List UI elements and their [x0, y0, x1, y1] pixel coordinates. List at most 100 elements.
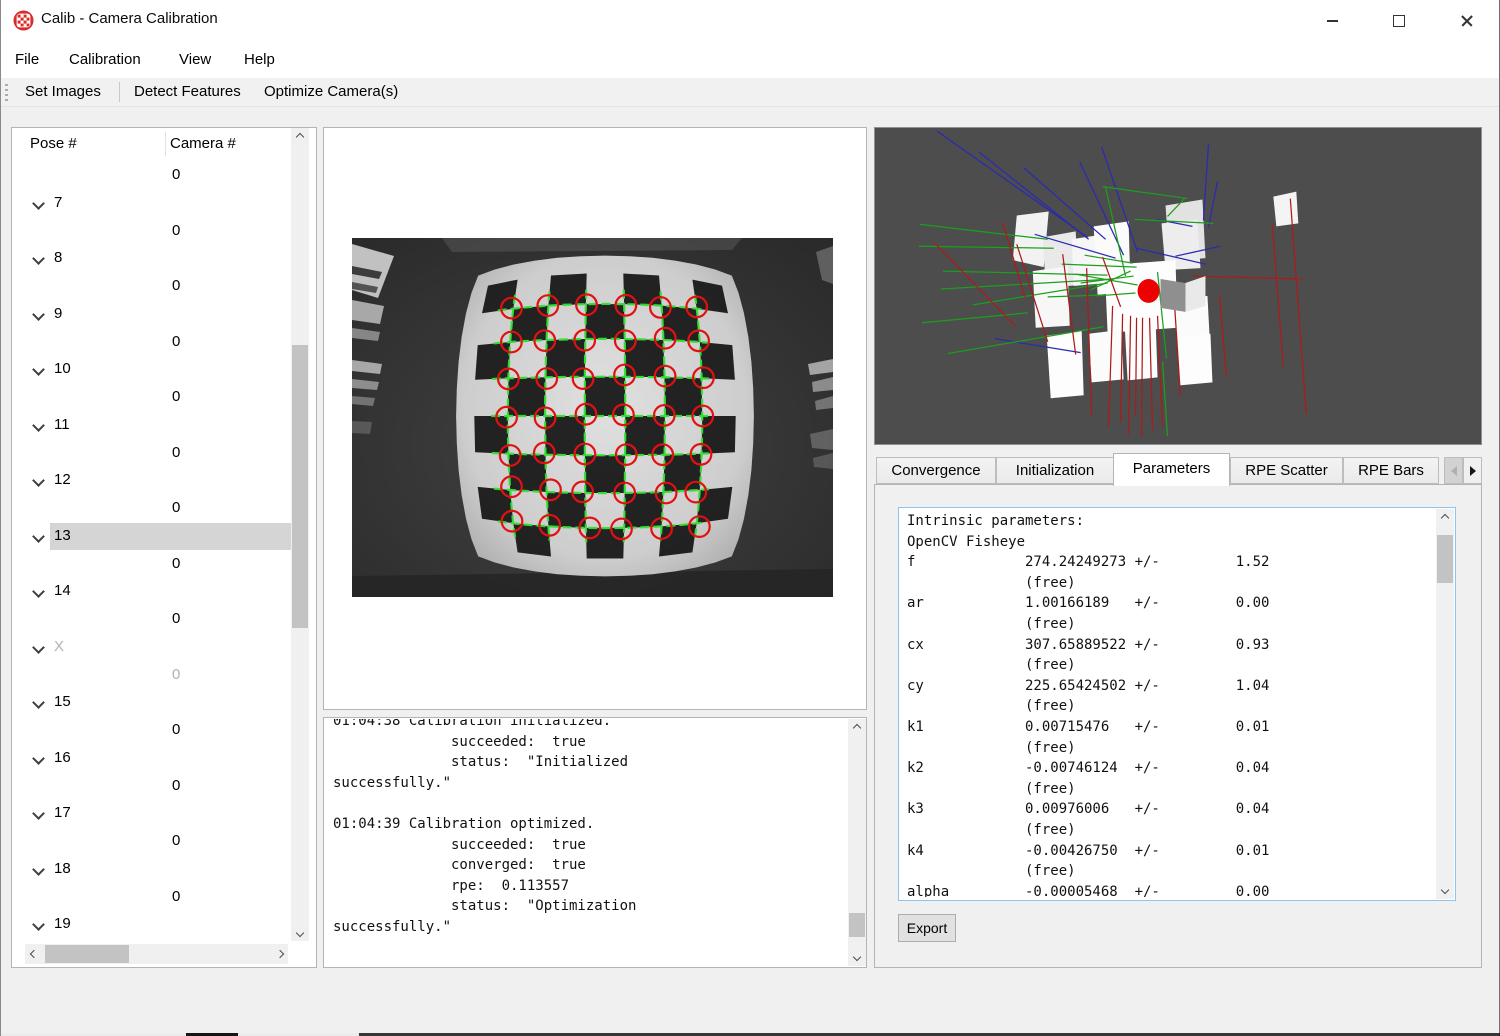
tree-row-camera[interactable]: 0: [12, 162, 291, 190]
menu-help[interactable]: Help: [244, 42, 275, 78]
params-scroll-thumb[interactable]: [1437, 535, 1453, 583]
expander-chevron-icon[interactable]: [32, 918, 45, 931]
tree-row-pose-13[interactable]: 13: [12, 523, 291, 551]
params-scroll-up-button[interactable]: [1436, 509, 1454, 526]
tree-row-pose-8[interactable]: 8: [12, 245, 291, 273]
tree-row-pose-18[interactable]: 18: [12, 856, 291, 884]
camera-label: 0: [172, 388, 180, 405]
tab-scroll-right-button[interactable]: [1463, 457, 1482, 484]
tab-initialization[interactable]: Initialization: [996, 457, 1114, 484]
tab-rpe-scatter[interactable]: RPE Scatter: [1230, 457, 1343, 484]
tree-row-camera[interactable]: 0: [12, 329, 291, 357]
detect-features-button[interactable]: Detect Features: [134, 78, 241, 106]
tree-vscroll-up-button[interactable]: [291, 128, 309, 145]
menu-view[interactable]: View: [179, 42, 211, 78]
tree-vscroll-down-button[interactable]: [291, 924, 309, 941]
tab-rpe-bars[interactable]: RPE Bars: [1343, 457, 1439, 484]
expander-chevron-icon[interactable]: [32, 308, 45, 321]
column-separator: [165, 132, 166, 156]
tree-row-pose-9[interactable]: 9: [12, 301, 291, 329]
toolbar-grip-icon[interactable]: [5, 84, 8, 101]
tree-hscroll-right-button[interactable]: [271, 944, 288, 964]
tree-row-camera[interactable]: 0: [12, 717, 291, 745]
menu-bar: File Calibration View Help: [1, 42, 1499, 78]
parameters-text-clip: Intrinsic parameters: OpenCV Fisheye f 2…: [907, 511, 1431, 897]
tree-row-pose-15[interactable]: 15: [12, 689, 291, 717]
tree-row-pose-X[interactable]: X: [12, 634, 291, 662]
expander-chevron-icon[interactable]: [32, 252, 45, 265]
pose-3d-scene: [875, 128, 1481, 444]
minimize-button[interactable]: [1309, 0, 1355, 42]
parameters-text: Intrinsic parameters: OpenCV Fisheye f 2…: [907, 511, 1431, 897]
export-button[interactable]: Export: [898, 914, 956, 942]
expander-chevron-icon[interactable]: [32, 641, 45, 654]
menu-file[interactable]: File: [15, 42, 39, 78]
tree-row-camera[interactable]: 0: [12, 773, 291, 801]
log-text-clip: 01:04:38 Calibration initialized. succee…: [333, 719, 838, 964]
tree-vscroll-thumb[interactable]: [292, 345, 308, 628]
close-button[interactable]: [1444, 0, 1490, 42]
expander-chevron-icon[interactable]: [32, 752, 45, 765]
expander-chevron-icon[interactable]: [32, 807, 45, 820]
toolbar-separator: [119, 82, 120, 102]
expander-chevron-icon[interactable]: [32, 530, 45, 543]
log-scroll-thumb[interactable]: [849, 913, 865, 937]
log-scroll-up-button[interactable]: [848, 719, 866, 736]
close-icon: [1461, 15, 1473, 27]
tab-scroll-left-button[interactable]: [1444, 457, 1463, 484]
tree-row-camera[interactable]: 0: [12, 828, 291, 856]
tree-row-camera[interactable]: 0: [12, 606, 291, 634]
app-icon: [13, 10, 34, 31]
tree-row-pose-10[interactable]: 10: [12, 356, 291, 384]
tree-row-camera[interactable]: 0: [12, 495, 291, 523]
pose-label: 14: [54, 582, 71, 599]
tree-row-camera[interactable]: 0: [12, 884, 291, 912]
pose-3d-viewport[interactable]: [874, 127, 1482, 445]
expander-chevron-icon[interactable]: [32, 474, 45, 487]
expander-chevron-icon[interactable]: [32, 585, 45, 598]
params-scroll-down-button[interactable]: [1436, 881, 1454, 898]
camera-label: 0: [172, 555, 180, 572]
tree-row-camera[interactable]: 0: [12, 662, 291, 690]
expander-chevron-icon[interactable]: [32, 363, 45, 376]
triangle-right-icon: [1470, 466, 1476, 476]
log-panel[interactable]: 01:04:38 Calibration initialized. succee…: [323, 717, 867, 968]
tree-row-pose-11[interactable]: 11: [12, 412, 291, 440]
tree-row-pose-14[interactable]: 14: [12, 578, 291, 606]
parameters-textbox[interactable]: Intrinsic parameters: OpenCV Fisheye f 2…: [898, 507, 1456, 901]
tree-hscroll-thumb[interactable]: [45, 945, 129, 963]
menu-calibration[interactable]: Calibration: [69, 42, 141, 78]
tree-row-camera[interactable]: 0: [12, 218, 291, 246]
tree-row-pose-7[interactable]: 7: [12, 190, 291, 218]
set-images-button[interactable]: Set Images: [25, 78, 101, 106]
camera-label: 0: [172, 222, 180, 239]
tree-row-camera[interactable]: 0: [12, 384, 291, 412]
image-view-panel: [323, 127, 867, 710]
expander-chevron-icon[interactable]: [32, 419, 45, 432]
calibration-photo: [352, 238, 833, 597]
camera-label: 0: [172, 333, 180, 350]
optimize-cameras-button[interactable]: Optimize Camera(s): [264, 78, 398, 106]
tree-row-camera[interactable]: 0: [12, 273, 291, 301]
pose-label: 19: [54, 915, 71, 932]
camera-label: 0: [172, 832, 180, 849]
tree-row-pose-19[interactable]: 19: [12, 911, 291, 939]
log-scroll-down-button[interactable]: [848, 948, 866, 965]
tree-row-camera[interactable]: 0: [12, 551, 291, 579]
tree-row-pose-17[interactable]: 17: [12, 800, 291, 828]
tab-convergence[interactable]: Convergence: [876, 457, 996, 484]
camera-label: 0: [172, 444, 180, 461]
tree-row-pose-12[interactable]: 12: [12, 467, 291, 495]
chevron-right-icon: [275, 950, 283, 958]
tree-hscroll-left-button[interactable]: [25, 944, 42, 964]
maximize-button[interactable]: [1376, 0, 1422, 42]
pose-label: X: [54, 638, 64, 655]
expander-chevron-icon[interactable]: [32, 197, 45, 210]
expander-chevron-icon[interactable]: [32, 863, 45, 876]
tree-row-camera[interactable]: 0: [12, 440, 291, 468]
tree-row-pose-16[interactable]: 16: [12, 745, 291, 773]
tab-parameters[interactable]: Parameters: [1113, 453, 1230, 486]
pose-label: 18: [54, 860, 71, 877]
camera-label: 0: [172, 888, 180, 905]
expander-chevron-icon[interactable]: [32, 696, 45, 709]
